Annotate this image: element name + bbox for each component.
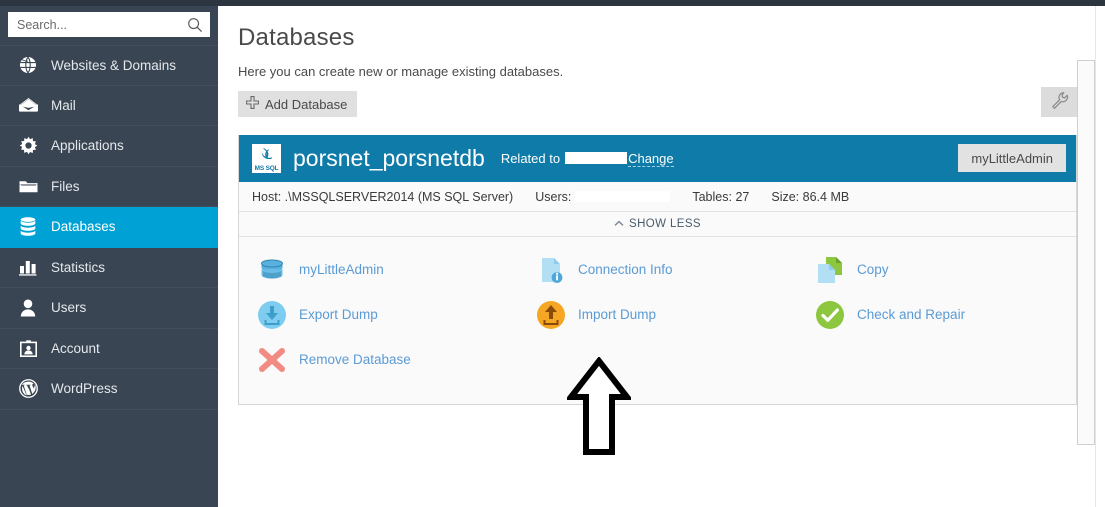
related-to-group: Related to Change xyxy=(501,151,674,167)
id-card-icon xyxy=(18,338,38,358)
sidebar-item-label: Mail xyxy=(51,97,76,113)
user-icon xyxy=(18,298,38,318)
bar-chart-icon xyxy=(18,257,38,277)
action-mylittleadmin[interactable]: myLittleAdmin xyxy=(239,247,518,292)
action-check-and-repair[interactable]: Check and Repair xyxy=(797,292,1076,337)
host-value: .\MSSQLSERVER2014 (MS SQL Server) xyxy=(284,189,514,204)
related-to-value-redacted xyxy=(565,151,628,164)
change-link[interactable]: Change xyxy=(628,151,674,167)
vertical-scrollbar[interactable] xyxy=(1095,6,1105,507)
tables-label: Tables: xyxy=(692,189,732,204)
toolbar: Add Database xyxy=(238,87,1083,121)
sidebar-item-label: Applications xyxy=(51,138,124,153)
action-remove-database[interactable]: Remove Database xyxy=(239,337,519,382)
related-to-label: Related to xyxy=(500,150,561,166)
page-title: Databases xyxy=(238,24,355,51)
sidebar-item-label: Statistics xyxy=(51,259,106,275)
document-info-icon xyxy=(534,253,568,287)
add-database-label: Add Database xyxy=(265,96,348,112)
database-header: MS SQL porsnet_porsnetdb Related to Chan… xyxy=(239,135,1076,182)
tables-info: Tables: 27 xyxy=(692,190,749,204)
sidebar-item-label: WordPress xyxy=(51,381,118,396)
sidebar-item-label: Databases xyxy=(51,219,116,234)
database-info-row: Host: .\MSSQLSERVER2014 (MS SQL Server) … xyxy=(239,182,1076,212)
action-label: Export Dump xyxy=(299,307,378,322)
sidebar-item-users[interactable]: Users xyxy=(0,288,218,329)
users-label: Users: xyxy=(535,189,572,204)
sidebar-nav: Websites & Domains Mail Applications Fil… xyxy=(0,45,218,410)
page-subtitle: Here you can create new or manage existi… xyxy=(238,64,564,79)
action-import-dump[interactable]: Import Dump xyxy=(518,292,797,337)
size-value: 86.4 MB xyxy=(802,189,850,204)
mssql-logo-label: MS SQL xyxy=(254,165,279,172)
upload-circle-icon xyxy=(534,298,568,332)
sidebar: Websites & Domains Mail xyxy=(0,6,218,507)
action-label: Copy xyxy=(857,262,889,277)
sidebar-item-label: Users xyxy=(51,300,87,315)
mssql-logo-icon: MS SQL xyxy=(251,143,282,174)
app-root: Websites & Domains Mail xyxy=(0,0,1105,507)
action-label: Import Dump xyxy=(578,307,657,322)
host-info: Host: .\MSSQLSERVER2014 (MS SQL Server) xyxy=(252,190,513,204)
sidebar-item-label: Websites & Domains xyxy=(51,57,177,73)
database-icon xyxy=(18,217,38,237)
action-row: Remove Database xyxy=(239,337,1076,382)
sidebar-item-files[interactable]: Files xyxy=(0,167,218,207)
sidebar-item-statistics[interactable]: Statistics xyxy=(0,248,218,288)
sidebar-item-wordpress[interactable]: WordPress xyxy=(0,369,218,410)
action-row: Export Dump Import Dump Check and Repair xyxy=(239,292,1076,337)
download-circle-icon xyxy=(255,298,289,332)
action-export-dump[interactable]: Export Dump xyxy=(239,292,518,337)
sidebar-item-websites-domains[interactable]: Websites & Domains xyxy=(0,45,218,86)
mylittleadmin-header-label: myLittleAdmin xyxy=(971,150,1053,166)
settings-wrench-button[interactable] xyxy=(1041,87,1079,117)
action-copy[interactable]: Copy xyxy=(797,247,1076,292)
copy-pages-icon xyxy=(813,253,847,287)
sidebar-item-label: Account xyxy=(51,340,100,356)
database-name: porsnet_porsnetdb xyxy=(293,145,485,171)
action-row: myLittleAdmin Connection Info Copy xyxy=(239,247,1076,292)
size-label: Size: xyxy=(771,189,800,204)
action-label: Connection Info xyxy=(578,262,673,277)
search-box[interactable] xyxy=(8,12,210,37)
folder-icon xyxy=(18,176,38,196)
size-info: Size: 86.4 MB xyxy=(771,190,849,204)
red-x-icon xyxy=(255,343,289,377)
sidebar-item-databases[interactable]: Databases xyxy=(0,207,218,248)
action-label: Remove Database xyxy=(299,352,411,367)
sidebar-item-account[interactable]: Account xyxy=(0,329,218,369)
sidebar-item-label: Files xyxy=(51,178,80,194)
sidebar-item-applications[interactable]: Applications xyxy=(0,126,218,167)
chevron-up-icon xyxy=(614,218,624,230)
action-label: myLittleAdmin xyxy=(299,262,384,277)
users-info: Users: xyxy=(535,189,671,204)
host-label: Host: xyxy=(252,189,282,204)
mylittleadmin-header-button[interactable]: myLittleAdmin xyxy=(958,144,1066,172)
right-panel-edge xyxy=(1077,60,1095,445)
wordpress-icon xyxy=(18,379,38,399)
plus-icon xyxy=(246,96,259,112)
check-circle-icon xyxy=(813,298,847,332)
database-cylinder-icon xyxy=(255,253,289,287)
add-database-button[interactable]: Add Database xyxy=(238,91,358,117)
users-value-redacted xyxy=(575,190,671,202)
main-content: Databases Here you can create new or man… xyxy=(218,6,1105,507)
wrench-icon xyxy=(1051,91,1070,113)
action-label: Check and Repair xyxy=(857,307,966,322)
show-less-toggle[interactable]: SHOW LESS xyxy=(239,212,1076,237)
tables-value: 27 xyxy=(735,189,750,204)
action-connection-info[interactable]: Connection Info xyxy=(518,247,797,292)
globe-icon xyxy=(18,55,38,75)
search-input[interactable] xyxy=(17,17,187,32)
database-card: MS SQL porsnet_porsnetdb Related to Chan… xyxy=(238,135,1077,405)
search-icon[interactable] xyxy=(187,17,203,33)
database-actions: myLittleAdmin Connection Info Copy Expor… xyxy=(239,237,1076,404)
envelope-icon xyxy=(18,95,38,115)
show-less-label: SHOW LESS xyxy=(629,218,701,230)
sidebar-item-mail[interactable]: Mail xyxy=(0,86,218,126)
gear-icon xyxy=(18,136,38,156)
